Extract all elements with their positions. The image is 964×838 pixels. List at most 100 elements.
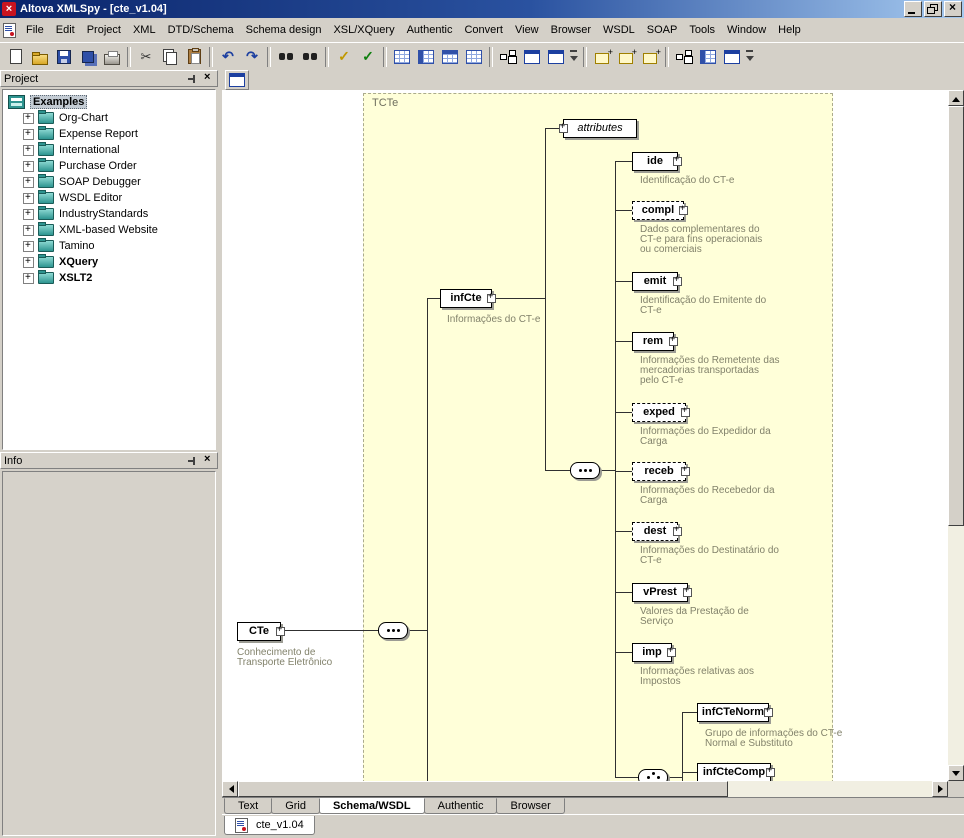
altova-app-icon[interactable]: × [2,2,16,16]
toggle-annotations-button[interactable] [720,46,744,68]
tree-item-org-chart[interactable]: Org-Chart [5,110,213,126]
tree-item-xquery[interactable]: XQuery [5,254,213,270]
tab-text-view[interactable]: Text [224,798,272,814]
tree-item-xslt2[interactable]: XSLT2 [5,270,213,286]
element-ide[interactable]: ide [632,152,678,171]
toolbar-overflow-button[interactable] [744,46,756,68]
scroll-left-button[interactable] [222,781,238,797]
element-exped[interactable]: exped [632,403,686,422]
vertical-scrollbar[interactable] [948,90,964,781]
expand-icon[interactable] [23,241,34,252]
element-infctecomp[interactable]: infCteComp [697,763,771,781]
expand-icon[interactable] [683,588,692,597]
element-dest[interactable]: dest [632,522,678,541]
expand-icon[interactable] [23,161,34,172]
menu-tools[interactable]: Tools [683,21,721,39]
namespace-button[interactable] [696,46,720,68]
go-to-definition-button[interactable] [672,46,696,68]
tree-item-xml-based-website[interactable]: XML-based Website [5,222,213,238]
menu-schema-design[interactable]: Schema design [240,21,328,39]
menu-authentic[interactable]: Authentic [401,21,459,39]
tab-grid-view[interactable]: Grid [271,798,320,814]
tab-browser-view[interactable]: Browser [496,798,564,814]
menu-help[interactable]: Help [772,21,807,39]
schema-design-view-button[interactable] [496,46,520,68]
pin-icon[interactable] [186,73,199,85]
expand-icon[interactable] [23,273,34,284]
expand-icon[interactable] [559,124,568,133]
expand-icon[interactable] [764,708,773,717]
tree-item-expense-report[interactable]: Expense Report [5,126,213,142]
expand-icon[interactable] [487,294,496,303]
expand-icon[interactable] [23,177,34,188]
expand-icon[interactable] [23,209,34,220]
tree-item-purchase-order[interactable]: Purchase Order [5,158,213,174]
sequence-compositor[interactable] [570,462,600,479]
tree-item-examples[interactable]: Examples [5,94,213,110]
menu-edit[interactable]: Edit [50,21,81,39]
element-rem[interactable]: rem [632,332,674,351]
menu-soap[interactable]: SOAP [641,21,684,39]
element-cte[interactable]: CTe [237,622,281,641]
element-compl[interactable]: compl [632,201,684,220]
tab-schema-wsdl-view[interactable]: Schema/WSDL [319,798,425,814]
expand-icon[interactable] [681,408,690,417]
menu-xml[interactable]: XML [127,21,162,39]
expand-icon[interactable] [673,527,682,536]
element-receb[interactable]: receb [632,462,686,481]
find-button[interactable] [274,46,298,68]
nested-grid-view-button[interactable] [414,46,438,68]
menu-view[interactable]: View [509,21,545,39]
document-icon[interactable] [3,23,16,38]
expand-icon[interactable] [673,157,682,166]
grid-view-button[interactable] [390,46,414,68]
document-tab-cte[interactable]: cte_v1.04 [224,816,315,835]
insert-element-button[interactable] [614,46,638,68]
sequence-compositor[interactable] [378,622,408,639]
expand-icon[interactable] [669,337,678,346]
tree-item-wsdl-editor[interactable]: WSDL Editor [5,190,213,206]
open-file-button[interactable] [28,46,52,68]
vertical-scroll-thumb[interactable] [948,106,964,526]
schema-overview-button[interactable] [225,70,249,90]
save-all-button[interactable] [76,46,100,68]
menu-window[interactable]: Window [721,21,772,39]
pin-icon[interactable] [186,455,199,467]
expand-icon[interactable] [23,257,34,268]
menu-project[interactable]: Project [81,21,127,39]
tree-item-international[interactable]: International [5,142,213,158]
menu-xsl-xquery[interactable]: XSL/XQuery [327,21,400,39]
toolbar-overflow-button[interactable] [568,46,580,68]
check-well-formed-button[interactable] [332,46,356,68]
validate-button[interactable] [356,46,380,68]
copy-button[interactable] [158,46,182,68]
expand-icon[interactable] [667,648,676,657]
choice-compositor[interactable] [638,769,668,781]
menu-file[interactable]: File [20,21,50,39]
scroll-up-button[interactable] [948,90,964,106]
table-view-button[interactable] [438,46,462,68]
restore-button[interactable] [924,1,942,17]
menu-dtd-schema[interactable]: DTD/Schema [162,21,240,39]
expand-icon[interactable] [23,193,34,204]
tree-item-tamino[interactable]: Tamino [5,238,213,254]
element-infctenorm[interactable]: infCTeNorm [697,703,769,722]
undo-button[interactable] [216,46,240,68]
minimize-button[interactable] [904,1,922,17]
horizontal-scroll-thumb[interactable] [238,781,728,797]
menu-convert[interactable]: Convert [458,21,509,39]
expand-icon[interactable] [679,206,688,215]
redo-button[interactable] [240,46,264,68]
expand-icon[interactable] [766,768,775,777]
close-panel-icon[interactable] [201,73,214,85]
tree-item-soap-debugger[interactable]: SOAP Debugger [5,174,213,190]
append-element-button[interactable] [638,46,662,68]
expand-icon[interactable] [23,145,34,156]
print-button[interactable] [100,46,124,68]
tab-authentic-view[interactable]: Authentic [424,798,498,814]
expand-icon[interactable] [23,129,34,140]
cut-button[interactable] [134,46,158,68]
display-diagram-button[interactable] [544,46,568,68]
menu-wsdl[interactable]: WSDL [597,21,641,39]
paste-button[interactable] [182,46,206,68]
